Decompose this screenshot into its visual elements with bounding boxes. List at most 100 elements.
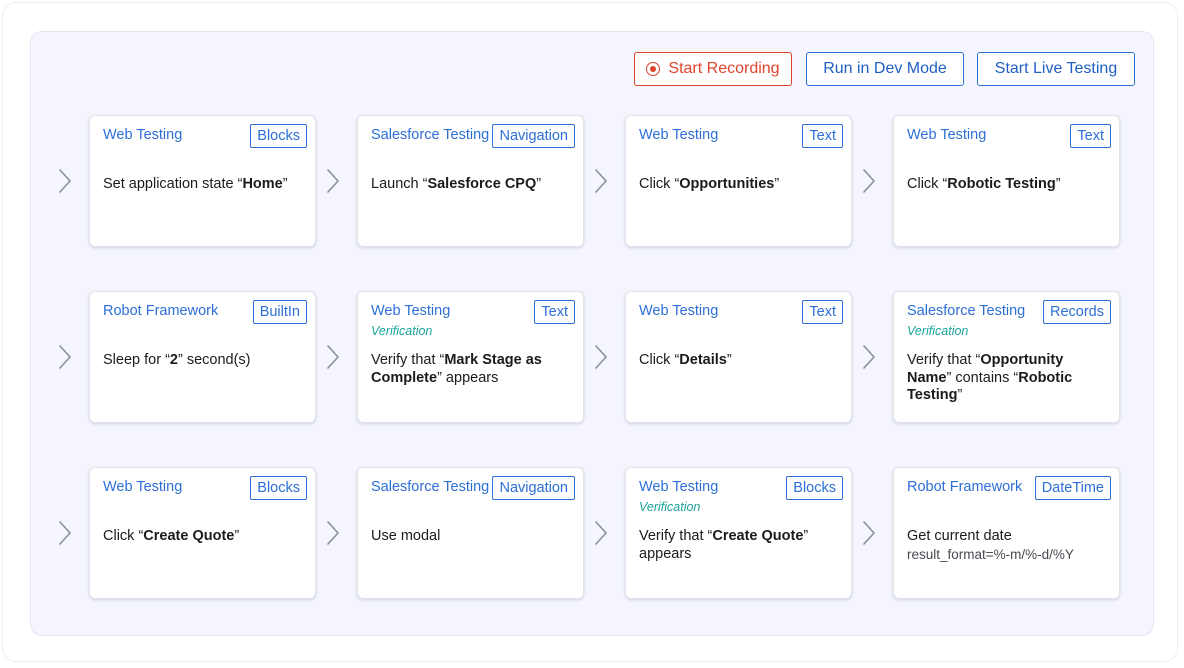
- step-text: Use modal: [371, 528, 441, 544]
- step-card[interactable]: Web Testing Text Click “Opportunities”: [625, 115, 852, 247]
- step-category-badge: DateTime: [1034, 476, 1111, 500]
- step-argument: Create Quote: [143, 528, 235, 544]
- step-category-badge: Text: [1070, 124, 1111, 148]
- step-text: ”: [234, 528, 240, 544]
- step-category-badge: BuiltIn: [252, 300, 307, 324]
- step-description: Get current date result_format=%-m/%-d/%Y: [907, 528, 1107, 564]
- chevron-right-icon: [595, 169, 607, 193]
- step-description: Sleep for “2” second(s): [103, 352, 303, 370]
- chevron-right-icon: [59, 169, 71, 193]
- step-text: ” contains “: [946, 369, 1019, 386]
- step-card[interactable]: Robot Framework BuiltIn Sleep for “2” seco…: [89, 291, 316, 423]
- step-description: Use modal: [371, 528, 571, 546]
- step-argument: Create Quote: [712, 528, 804, 544]
- chevron-right-icon: [595, 345, 607, 369]
- chevron-right-icon: [327, 169, 339, 193]
- start-recording-button[interactable]: Start Recording: [634, 52, 792, 86]
- chevron-right-icon: [863, 169, 875, 193]
- chevron-right-icon: [863, 345, 875, 369]
- chevron-right-icon: [59, 521, 71, 545]
- step-library-label: Salesforce Testing: [371, 479, 490, 495]
- step-argument: Robotic Testing: [947, 176, 1056, 192]
- step-text: Verify that “: [639, 528, 713, 544]
- step-library-label: Robot Framework: [907, 479, 1023, 495]
- step-description: Click “Robotic Testing”: [907, 176, 1107, 194]
- step-argument: Salesforce CPQ: [427, 176, 537, 192]
- step-text: ”: [1055, 176, 1061, 192]
- step-argument: 2: [169, 352, 178, 368]
- step-argument: Details: [679, 352, 727, 368]
- step-card[interactable]: Web Testing Blocks Set application state “…: [89, 115, 316, 247]
- step-category-badge: Text: [802, 300, 843, 324]
- run-dev-mode-button[interactable]: Run in Dev Mode: [806, 52, 964, 86]
- step-text: ” appears: [437, 369, 499, 386]
- step-description: Set application state “Home”: [103, 176, 303, 194]
- step-library-label: Web Testing: [639, 303, 719, 319]
- step-text: Click “: [907, 176, 948, 192]
- step-library-label: Web Testing: [103, 127, 183, 143]
- start-recording-label: Start Recording: [668, 60, 780, 77]
- step-category-badge: Blocks: [250, 476, 307, 500]
- step-text: Launch “: [371, 176, 428, 192]
- chevron-right-icon: [595, 521, 607, 545]
- step-description: Click “Create Quote”: [103, 528, 303, 546]
- step-category-badge: Blocks: [250, 124, 307, 148]
- step-card[interactable]: Salesforce Testing Navigation Use modal: [357, 467, 584, 599]
- step-argument: Home: [242, 176, 283, 192]
- step-text: Click “: [639, 176, 680, 192]
- step-text: Set application state “: [103, 176, 243, 192]
- step-library-label: Robot Framework: [103, 303, 219, 319]
- run-dev-mode-label: Run in Dev Mode: [823, 60, 947, 77]
- step-category-badge: Navigation: [492, 124, 575, 148]
- step-card[interactable]: Web Testing Text Click “Details”: [625, 291, 852, 423]
- step-category-badge: Text: [802, 124, 843, 148]
- step-text: ”: [726, 352, 732, 368]
- step-library-label: Web Testing: [103, 479, 183, 495]
- step-text: ”: [957, 387, 963, 403]
- step-text: ”: [774, 176, 780, 192]
- step-library-label: Web Testing: [371, 303, 451, 319]
- step-card[interactable]: Salesforce Testing Records Verification Ver…: [893, 291, 1120, 423]
- step-text: Click “: [103, 528, 144, 544]
- step-text: ”: [536, 176, 542, 192]
- chevron-right-icon: [327, 345, 339, 369]
- start-live-testing-label: Start Live Testing: [994, 60, 1118, 77]
- step-category-badge: Records: [1043, 300, 1111, 324]
- step-card[interactable]: Web Testing Text Click “Robotic Testing”: [893, 115, 1120, 247]
- step-card[interactable]: Robot Framework DateTime Get current date r…: [893, 467, 1120, 599]
- step-description: Verify that “Mark Stage as Complete” app…: [371, 352, 571, 387]
- step-description: Verify that “Opportunity Name” contains …: [907, 352, 1107, 405]
- step-text: Click “: [639, 352, 680, 368]
- step-description: Click “Details”: [639, 352, 839, 370]
- step-card[interactable]: Web Testing Blocks Verification Verify that…: [625, 467, 852, 599]
- chevron-right-icon: [59, 345, 71, 369]
- step-library-label: Web Testing: [639, 127, 719, 143]
- verification-label: Verification: [639, 500, 701, 514]
- step-description: Click “Opportunities”: [639, 176, 839, 194]
- step-card[interactable]: Salesforce Testing Navigation Launch “Sale…: [357, 115, 584, 247]
- step-library-label: Salesforce Testing: [371, 127, 490, 143]
- step-library-label: Salesforce Testing: [907, 303, 1026, 319]
- chevron-right-icon: [863, 521, 875, 545]
- step-text: Sleep for “: [103, 352, 170, 368]
- start-live-testing-button[interactable]: Start Live Testing: [977, 52, 1135, 86]
- step-description: Launch “Salesforce CPQ”: [371, 176, 571, 194]
- step-text: Get current date: [907, 528, 1012, 544]
- step-category-badge: Navigation: [492, 476, 575, 500]
- step-category-badge: Text: [534, 300, 575, 324]
- step-parameter: result_format=%-m/%-d/%Y: [907, 546, 1074, 562]
- step-argument: Opportunities: [679, 176, 775, 192]
- verification-label: Verification: [371, 324, 433, 338]
- step-text: Verify that “: [907, 352, 981, 368]
- step-category-badge: Blocks: [786, 476, 843, 500]
- step-library-label: Web Testing: [639, 479, 719, 495]
- chevron-right-icon: [327, 521, 339, 545]
- step-description: Verify that “Create Quote” appears: [639, 528, 839, 563]
- step-text: ”: [282, 176, 288, 192]
- verification-label: Verification: [907, 324, 969, 338]
- step-card[interactable]: Web Testing Text Verification Verify that “…: [357, 291, 584, 423]
- step-text: ” second(s): [177, 352, 251, 368]
- step-library-label: Web Testing: [907, 127, 987, 143]
- record-icon: [646, 62, 661, 76]
- step-card[interactable]: Web Testing Blocks Click “Create Quote”: [89, 467, 316, 599]
